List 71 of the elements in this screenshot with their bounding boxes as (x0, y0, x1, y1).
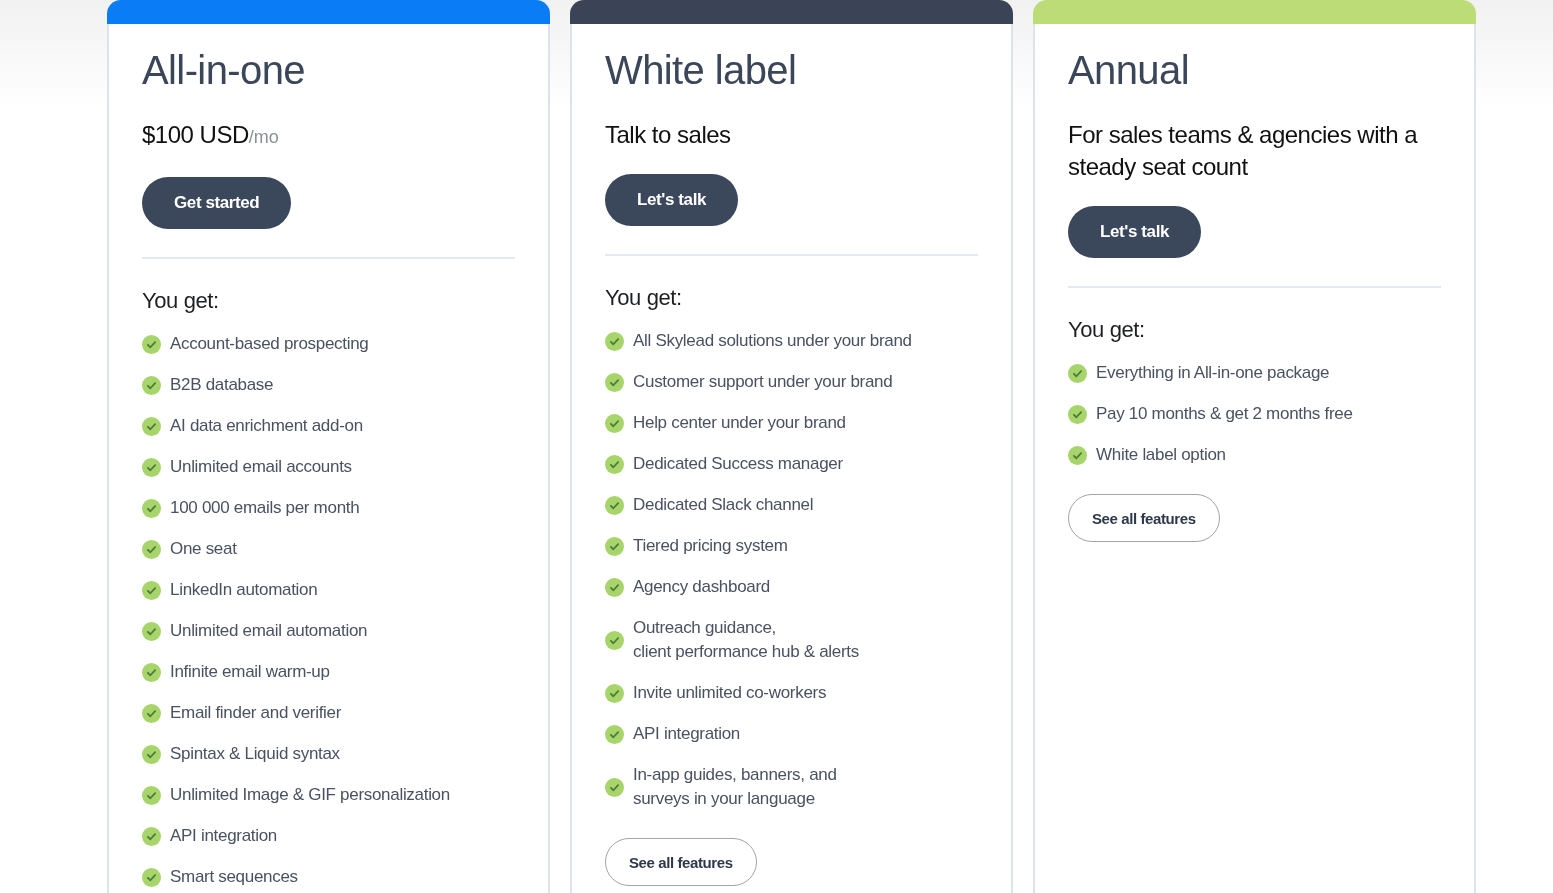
feature-text: Everything in All-in-one package (1096, 362, 1330, 384)
check-icon (142, 416, 161, 436)
feature-text: AI data enrichment add-on (170, 415, 363, 437)
feature-text: 100 000 emails per month (170, 497, 360, 519)
check-icon (142, 539, 161, 559)
cta-button[interactable]: Let's talk (1068, 206, 1201, 258)
feature-text: Agency dashboard (633, 576, 770, 598)
feature-text: Spintax & Liquid syntax (170, 743, 340, 765)
see-features-button[interactable]: See all features (1068, 494, 1220, 542)
check-icon (142, 334, 161, 354)
check-icon (605, 777, 624, 797)
check-icon (605, 577, 624, 597)
feature-text: Unlimited email automation (170, 620, 368, 642)
price-amount: $100 USD (142, 121, 249, 148)
feature-text: Invite unlimited co-workers (633, 682, 827, 704)
plan-title: All-in-one (142, 47, 305, 94)
check-icon (605, 372, 624, 392)
feature-text: LinkedIn automation (170, 579, 318, 601)
check-icon (142, 662, 161, 682)
price-period: /mo (248, 127, 279, 147)
check-icon (142, 826, 161, 846)
feature-text: Tiered pricing system (633, 535, 788, 557)
check-icon (605, 413, 624, 433)
feature-text: Pay 10 months & get 2 months free (1096, 403, 1353, 425)
feature-text: API integration (170, 825, 277, 847)
feature-text: Infinite email warm-up (170, 661, 330, 683)
feature-text: Dedicated Slack channel (633, 494, 814, 516)
plan-tagline: For sales teams & agencies with a steady seat count (1068, 120, 1419, 182)
feature-text: Outreach guidance, client performance hub & alerts (633, 617, 859, 663)
feature-text: Smart sequences (170, 866, 298, 888)
feature-text: Customer support under your brand (633, 371, 893, 393)
check-icon (142, 498, 161, 518)
check-icon (605, 454, 624, 474)
cta-button[interactable]: Get started (142, 177, 292, 229)
feature-text: Help center under your brand (633, 412, 846, 434)
check-icon (142, 744, 161, 764)
feature-text: Dedicated Success manager (633, 453, 843, 475)
check-icon (142, 785, 161, 805)
feature-text: Unlimited Image & GIF personalization (170, 784, 450, 806)
plan-title: Annual (1068, 47, 1189, 94)
check-icon (142, 580, 161, 600)
cta-button[interactable]: Let's talk (605, 174, 738, 226)
check-icon (605, 630, 624, 650)
feature-text: White label option (1096, 444, 1226, 466)
features-heading: You get: (1068, 316, 1145, 344)
feature-text: All Skylead solutions under your brand (633, 330, 912, 352)
check-icon (142, 621, 161, 641)
check-icon (142, 867, 161, 887)
feature-text: One seat (170, 538, 237, 560)
feature-text: In-app guides, banners, and surveys in your language (633, 764, 837, 810)
features-heading: You get: (142, 287, 219, 315)
check-icon (605, 331, 624, 351)
check-icon (1068, 363, 1087, 383)
check-icon (605, 724, 624, 744)
check-icon (142, 703, 161, 723)
check-icon (142, 375, 161, 395)
see-features-button[interactable]: See all features (605, 838, 757, 886)
plan-tagline: Talk to sales (605, 120, 731, 150)
check-icon (142, 457, 161, 477)
check-icon (605, 536, 624, 556)
check-icon (605, 495, 624, 515)
check-icon (605, 683, 624, 703)
plan-title: White label (605, 47, 797, 94)
feature-text: B2B database (170, 374, 274, 396)
feature-text: Unlimited email accounts (170, 456, 352, 478)
feature-text: Account-based prospecting (170, 333, 369, 355)
features-heading: You get: (605, 284, 682, 312)
feature-text: API integration (633, 723, 740, 745)
feature-text: Email finder and verifier (170, 702, 342, 724)
check-icon (1068, 404, 1087, 424)
check-icon (1068, 445, 1087, 465)
